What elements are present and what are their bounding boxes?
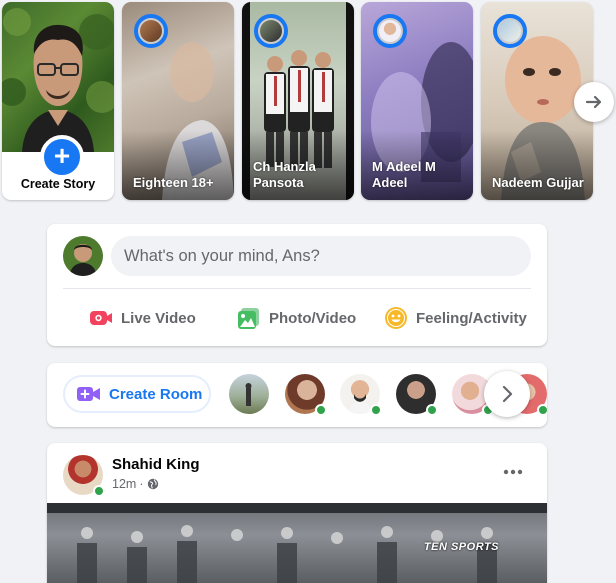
photo-video-icon [237, 306, 261, 330]
story-card-eighteen[interactable]: Eighteen 18+ [122, 2, 234, 200]
online-status-indicator [537, 404, 547, 416]
create-story-photo [2, 2, 114, 152]
room-contact-avatar[interactable] [396, 374, 438, 416]
room-contact-avatar[interactable] [340, 374, 382, 416]
online-status-indicator [370, 404, 382, 416]
feed-post: Shahid King 12m · TEN SPORTS [47, 443, 547, 583]
photo-video-label: Photo/Video [269, 309, 357, 327]
post-more-options-button[interactable] [495, 460, 531, 484]
user-avatar[interactable] [63, 236, 103, 276]
story-avatar [254, 14, 288, 48]
create-room-button[interactable]: Create Room [63, 375, 211, 413]
status-input[interactable]: What's on your mind, Ans? [111, 236, 531, 276]
story-avatar [493, 14, 527, 48]
chevron-right-icon [502, 385, 513, 403]
room-contact-avatar[interactable] [285, 374, 327, 416]
online-status-indicator [315, 404, 327, 416]
post-timestamp[interactable]: 12m [112, 477, 136, 491]
feeling-icon [384, 306, 408, 330]
story-card-m-adeel[interactable]: M Adeel M Adeel [361, 2, 473, 200]
meta-separator: · [139, 477, 144, 491]
create-story-card[interactable]: + Create Story [2, 2, 114, 200]
create-room-label: Create Room [109, 385, 203, 403]
online-status-indicator [93, 485, 105, 497]
room-contact-avatar[interactable] [229, 374, 269, 414]
post-video[interactable]: TEN SPORTS [47, 503, 547, 583]
feeling-activity-label: Feeling/Activity [416, 309, 527, 327]
story-name: Nadeem Gujjar [492, 175, 584, 190]
photo-video-button[interactable]: Photo/Video [237, 302, 356, 334]
post-composer: What's on your mind, Ans? Live Video Pho… [47, 224, 547, 346]
story-name: Ch Hanzla Pansota [253, 159, 316, 190]
rooms-bar: Create Room [47, 363, 547, 427]
post-meta: 12m · [112, 477, 159, 491]
feeling-activity-button[interactable]: Feeling/Activity [384, 302, 527, 334]
story-avatar [134, 14, 168, 48]
post-author-name[interactable]: Shahid King [112, 456, 200, 473]
create-story-label: Create Story [20, 177, 96, 191]
video-watermark: TEN SPORTS [423, 541, 499, 553]
video-camera-plus-icon [77, 385, 101, 403]
story-card-ch-hanzla[interactable]: Ch Hanzla Pansota [242, 2, 354, 200]
live-video-button[interactable]: Live Video [89, 302, 196, 334]
story-name: Eighteen 18+ [133, 175, 214, 190]
rooms-next-button[interactable] [484, 371, 530, 417]
stories-next-button[interactable] [574, 82, 614, 122]
more-options-icon [503, 469, 523, 475]
stories-tray: + Create Story Eighteen 18+ Ch Hanzla Pa… [2, 2, 616, 200]
globe-icon [147, 478, 158, 490]
arrow-right-icon [585, 95, 602, 109]
story-avatar [373, 14, 407, 48]
live-video-label: Live Video [121, 309, 196, 327]
online-status-indicator [426, 404, 438, 416]
story-name: M Adeel M Adeel [372, 159, 436, 190]
post-author-avatar[interactable] [63, 455, 105, 497]
composer-divider [63, 288, 531, 289]
add-story-icon[interactable]: + [40, 135, 84, 179]
live-video-icon [89, 306, 113, 330]
